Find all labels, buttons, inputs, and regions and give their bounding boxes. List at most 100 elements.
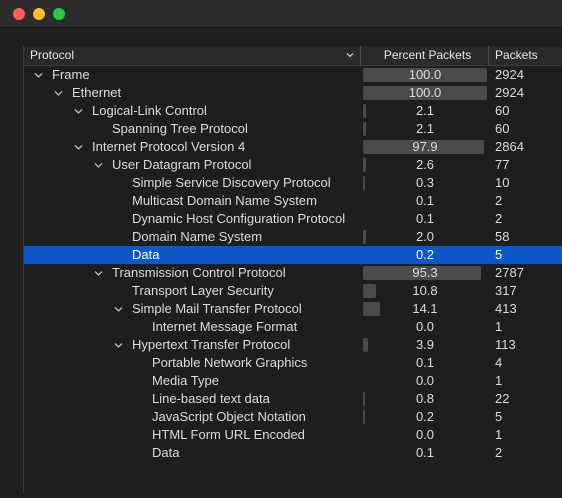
table-header: Protocol Percent Packets Packets [24,46,562,66]
table-row[interactable]: Spanning Tree Protocol 2.1 60 [24,120,562,138]
percent-packets-value: 0.0 [415,373,435,388]
table-row[interactable]: Transport Layer Security 10.8 317 [24,282,562,300]
percent-packets-value: 2.1 [415,103,435,118]
table-row[interactable]: Data 0.2 5 [24,246,562,264]
packets-value: 1 [495,319,503,334]
table-row[interactable]: Frame 100.0 2924 [24,66,562,84]
chevron-down-icon[interactable] [346,51,354,59]
percent-packets-value: 0.1 [415,193,435,208]
packets-value: 1 [495,373,503,388]
protocol-name: Transport Layer Security [132,283,274,298]
packets-value: 58 [495,229,510,244]
percent-packets-value: 95.3 [412,265,438,280]
table-row[interactable]: Portable Network Graphics 0.1 4 [24,354,562,372]
protocol-name: User Datagram Protocol [112,157,252,172]
packets-value: 2 [495,193,503,208]
packets-value: 2924 [495,67,524,82]
percent-packets-value: 14.1 [412,301,438,316]
disclosure-open-icon[interactable] [74,143,83,152]
protocol-name: HTML Form URL Encoded [152,427,305,442]
protocol-name: Domain Name System [132,229,263,244]
protocol-name: Internet Protocol Version 4 [92,139,246,154]
protocol-name: Data [132,247,160,262]
percent-packets-value: 0.1 [415,211,435,226]
disclosure-open-icon[interactable] [34,71,43,80]
packets-value: 60 [495,121,510,136]
protocol-name: Line-based text data [152,391,270,406]
packets-value: 22 [495,391,510,406]
column-header-protocol[interactable]: Protocol [24,46,360,65]
protocol-name: Data [152,445,180,460]
table-row[interactable]: Simple Service Discovery Protocol 0.3 10 [24,174,562,192]
table-row[interactable]: Internet Message Format 0.0 1 [24,318,562,336]
table-row[interactable]: Internet Protocol Version 4 97.9 2864 [24,138,562,156]
packets-value: 5 [495,409,503,424]
protocol-name: Media Type [152,373,219,388]
packets-value: 4 [495,355,503,370]
protocol-name: Logical-Link Control [92,103,207,118]
packets-value: 77 [495,157,510,172]
packets-value: 60 [495,103,510,118]
protocol-name: Transmission Control Protocol [112,265,286,280]
table-row[interactable]: Hypertext Transfer Protocol 3.9 113 [24,336,562,354]
table-row[interactable]: Dynamic Host Configuration Protocol 0.1 2 [24,210,562,228]
percent-packets-value: 100.0 [408,67,442,82]
column-header-percent-packets[interactable]: Percent Packets [360,46,488,65]
table-row[interactable]: Transmission Control Protocol 95.3 2787 [24,264,562,282]
protocol-name: Dynamic Host Configuration Protocol [132,211,346,226]
percent-packets-value: 0.2 [415,247,435,262]
table-row[interactable]: Simple Mail Transfer Protocol 14.1 413 [24,300,562,318]
table-rows: Frame 100.0 2924 Ethernet 100.0 2924 Logical-L… [24,66,562,462]
percent-packets-value: 100.0 [408,85,442,100]
protocol-name: JavaScript Object Notation [152,409,306,424]
table-row[interactable]: Ethernet 100.0 2924 [24,84,562,102]
table-row[interactable]: Media Type 0.0 1 [24,372,562,390]
packets-value: 5 [495,247,503,262]
table-row[interactable]: Logical-Link Control 2.1 60 [24,102,562,120]
percent-packets-value: 10.8 [412,283,438,298]
percent-packets-value: 0.0 [415,427,435,442]
packets-value: 2 [495,445,503,460]
table-row[interactable]: Line-based text data 0.8 22 [24,390,562,408]
packets-value: 2924 [495,85,524,100]
disclosure-open-icon[interactable] [94,269,103,278]
table-row[interactable]: JavaScript Object Notation 0.2 5 [24,408,562,426]
packets-value: 2864 [495,139,524,154]
protocol-name: Frame [52,67,90,82]
zoom-button[interactable] [53,8,65,20]
protocol-name: Simple Service Discovery Protocol [132,175,331,190]
packets-value: 2 [495,211,503,226]
percent-packets-value: 0.1 [415,445,435,460]
table-row[interactable]: Domain Name System 2.0 58 [24,228,562,246]
close-button[interactable] [13,8,25,20]
table-row[interactable]: Data 0.1 2 [24,444,562,462]
percent-packets-value: 97.9 [412,139,438,154]
percent-packets-value: 3.9 [415,337,435,352]
title-bar [0,0,562,28]
disclosure-open-icon[interactable] [114,341,123,350]
percent-packets-value: 2.0 [415,229,435,244]
protocol-hierarchy-window: Protocol Percent Packets Packets Frame 10… [0,0,562,498]
protocol-name: Spanning Tree Protocol [112,121,248,136]
packets-value: 413 [495,301,517,316]
protocol-name: Multicast Domain Name System [132,193,317,208]
protocol-name: Ethernet [72,85,122,100]
packets-value: 10 [495,175,510,190]
disclosure-open-icon[interactable] [54,89,63,98]
minimize-button[interactable] [33,8,45,20]
disclosure-open-icon[interactable] [114,305,123,314]
disclosure-open-icon[interactable] [94,161,103,170]
column-header-packets-label: Packets [495,48,538,62]
percent-packets-value: 0.2 [415,409,435,424]
column-header-protocol-label: Protocol [30,48,75,62]
table-row[interactable]: HTML Form URL Encoded 0.0 1 [24,426,562,444]
packets-value: 317 [495,283,517,298]
table-row[interactable]: Multicast Domain Name System 0.1 2 [24,192,562,210]
percent-packets-value: 2.6 [415,157,435,172]
protocol-name: Internet Message Format [152,319,298,334]
packets-value: 1 [495,427,503,442]
protocol-name: Hypertext Transfer Protocol [132,337,291,352]
disclosure-open-icon[interactable] [74,107,83,116]
table-row[interactable]: User Datagram Protocol 2.6 77 [24,156,562,174]
column-header-packets[interactable]: Packets [488,46,562,65]
